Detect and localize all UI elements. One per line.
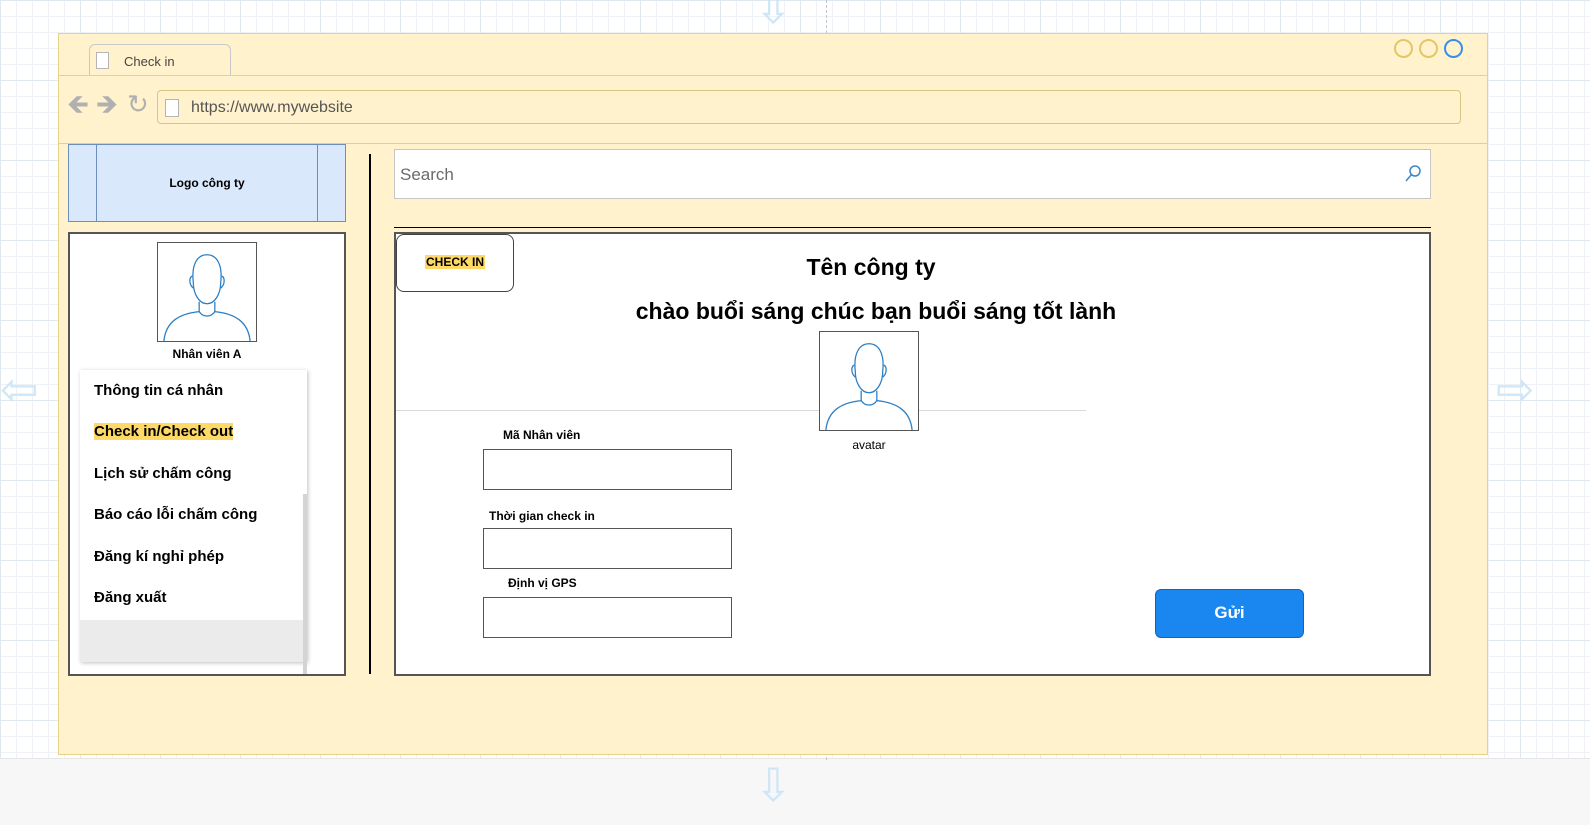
reload-icon[interactable]: ↻ (127, 91, 149, 117)
sidebar-item-check-in-out[interactable]: Check in/Check out (94, 423, 234, 440)
employee-id-field[interactable] (483, 449, 732, 490)
menu-scrollbar[interactable] (303, 494, 307, 674)
avatar (819, 331, 919, 431)
back-arrow-icon[interactable]: 🡸 (67, 91, 89, 118)
canvas-arrow-left-icon: ⇦ (0, 363, 39, 415)
submit-button[interactable]: Gửi (1155, 589, 1304, 638)
window-minimize-button[interactable] (1394, 39, 1413, 58)
sidebar-item-logout[interactable]: Đăng xuất (94, 589, 167, 606)
check-in-label: CHECK IN (424, 255, 485, 269)
vertical-separator (369, 154, 371, 674)
search-icon[interactable] (1404, 164, 1422, 184)
tab-bar-divider (59, 75, 1487, 76)
search-placeholder: Search (400, 165, 454, 184)
employee-id-label: Mã Nhân viên (503, 428, 581, 442)
logo-text: Logo công ty (169, 176, 245, 190)
menu-footer (80, 620, 307, 662)
checkin-time-field[interactable] (483, 528, 732, 569)
browser-window: Check in 🡸 🡺 ↻ https://www.mywebsite Log… (58, 33, 1488, 755)
page-icon (96, 52, 109, 69)
gps-field[interactable] (483, 597, 732, 638)
avatar-caption: avatar (852, 438, 886, 452)
url-text: https://www.mywebsite (191, 99, 353, 116)
canvas-bottom-strip (0, 758, 1590, 825)
sidebar-item-leave-request[interactable]: Đăng kí nghỉ phép (94, 548, 224, 565)
user-icon (163, 254, 251, 341)
header-divider (394, 227, 1431, 228)
sidebar-item-personal-info[interactable]: Thông tin cá nhân (94, 382, 223, 399)
sidebar-item-attendance-error-report[interactable]: Báo cáo lỗi chấm công (94, 506, 257, 523)
sidebar-menu: Thông tin cá nhân Check in/Check out Lịc… (80, 370, 307, 674)
page-icon (165, 99, 179, 117)
forward-arrow-icon[interactable]: 🡺 (96, 91, 118, 118)
company-logo: Logo công ty (68, 144, 346, 222)
user-icon (825, 343, 913, 430)
canvas-arrow-down-icon: ⇩ (754, 759, 793, 811)
gps-label: Định vị GPS (508, 576, 577, 590)
browser-tab[interactable]: Check in (89, 44, 231, 76)
window-maximize-button[interactable] (1419, 39, 1438, 58)
employee-name: Nhân viên A (172, 347, 242, 361)
company-name: Tên công ty (806, 254, 936, 280)
content-divider (396, 410, 1086, 411)
check-in-tab-button[interactable]: CHECK IN (396, 234, 514, 292)
avatar (157, 242, 257, 342)
canvas-arrow-up-icon: ⇩ (754, 0, 793, 33)
greeting-text: chào buổi sáng chúc bạn buổi sáng tốt là… (635, 298, 1117, 324)
sidebar: Nhân viên A Thông tin cá nhân Check in/C… (68, 232, 346, 676)
window-close-button[interactable] (1444, 39, 1463, 58)
search-input[interactable]: Search (394, 149, 1431, 199)
checkin-time-label: Thời gian check in (489, 509, 595, 523)
address-bar[interactable]: https://www.mywebsite (157, 90, 1461, 124)
tab-title: Check in (124, 54, 175, 69)
canvas-arrow-right-icon: ⇨ (1496, 363, 1535, 415)
sidebar-item-attendance-history[interactable]: Lịch sử chấm công (94, 465, 232, 482)
checkin-panel: CHECK IN Tên công ty chào buổi sáng chúc… (394, 232, 1431, 676)
